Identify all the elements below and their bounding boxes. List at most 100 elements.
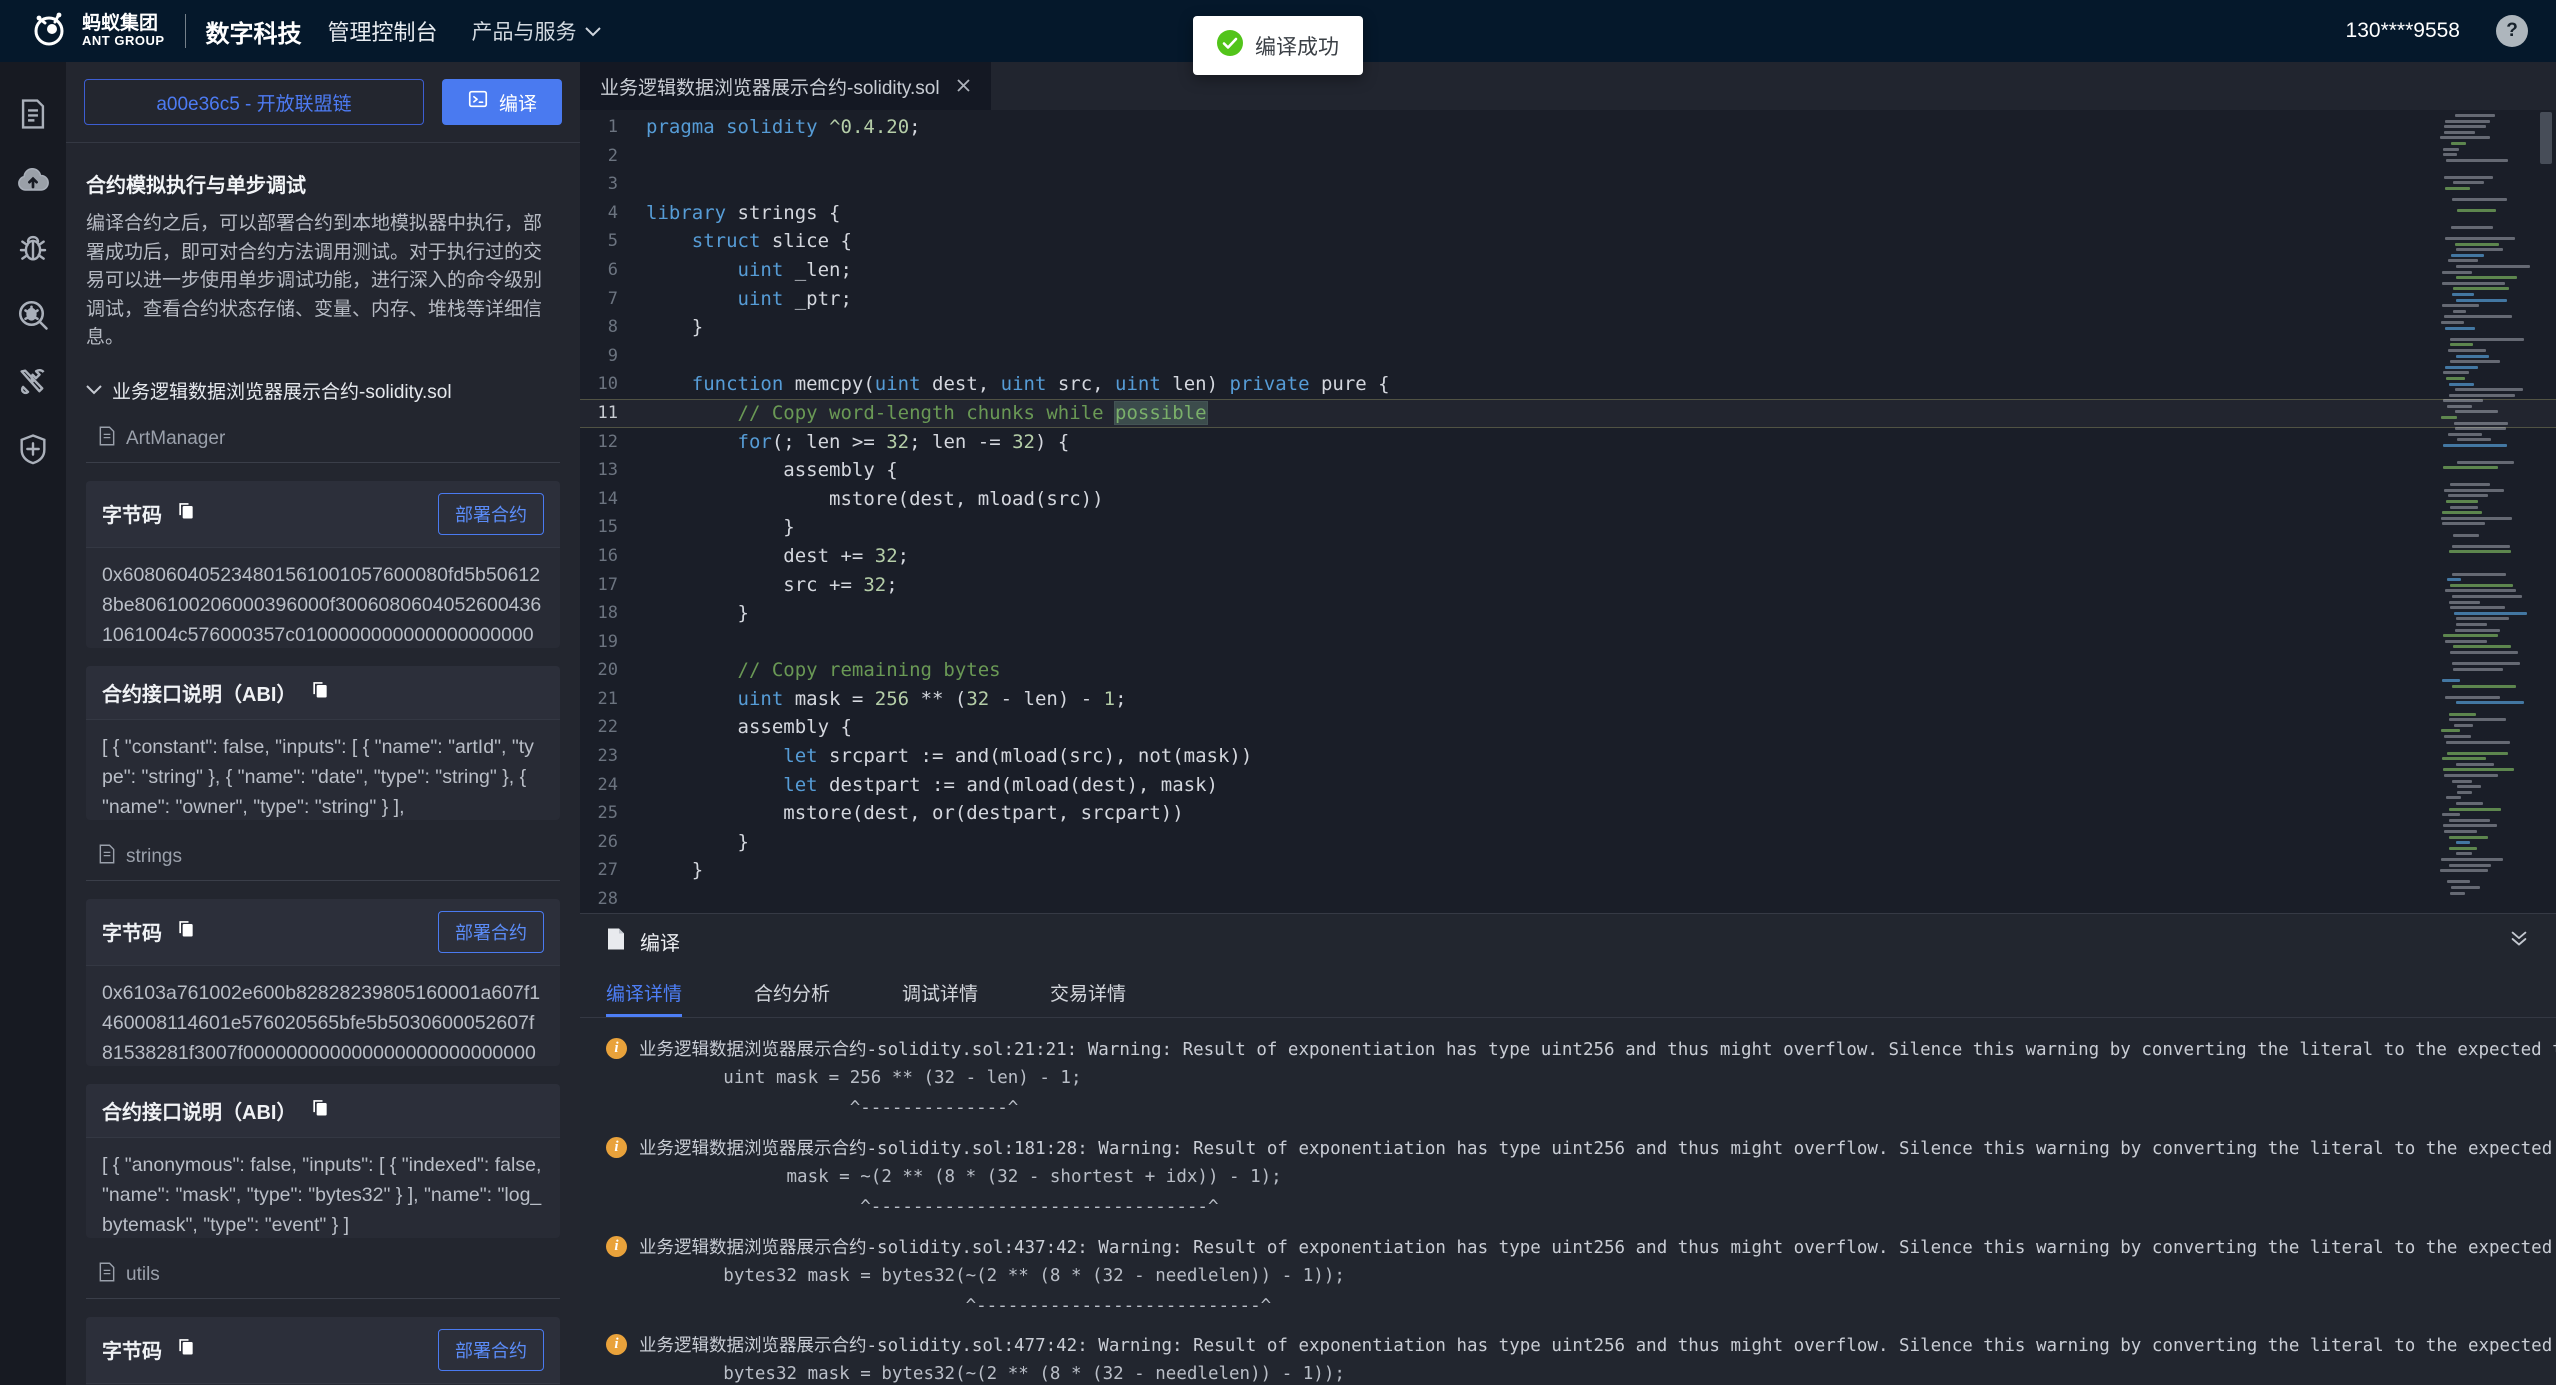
copy-icon[interactable] (310, 679, 330, 706)
code-line[interactable]: 26 } (580, 828, 2556, 857)
code-line[interactable]: 1pragma solidity ^0.4.20; (580, 113, 2556, 142)
chain-select[interactable]: a00e36c5 - 开放联盟链 (84, 79, 424, 125)
editor-column: 业务逻辑数据浏览器展示合约-solidity.sol 1pragma solid… (580, 62, 2556, 1385)
panel-title: 合约模拟执行与单步调试 (86, 169, 560, 198)
rail-scan-bug-icon[interactable] (0, 281, 66, 348)
code-line[interactable]: 23 let srcpart := and(mload(src), not(ma… (580, 742, 2556, 771)
ant-group-logo[interactable]: 蚂蚁集团 ANT GROUP (28, 8, 165, 55)
code-line[interactable]: 7 uint _ptr; (580, 285, 2556, 314)
code-line[interactable]: 11 // Copy word-length chunks while poss… (580, 399, 2556, 428)
code-text: } (646, 599, 749, 628)
code-text: assembly { (646, 713, 852, 742)
code-line[interactable]: 27 } (580, 856, 2556, 885)
warning-info-icon: i (606, 1137, 627, 1158)
bytecode-value[interactable]: 0x608060405234801561001057600080fd5b5061… (86, 548, 560, 648)
line-number: 16 (580, 542, 646, 571)
editor-scrollbar[interactable] (2538, 110, 2554, 913)
code-line[interactable]: 13 assembly { (580, 456, 2556, 485)
user-phone[interactable]: 130****9558 (2346, 19, 2460, 43)
tab-close-icon[interactable] (956, 75, 971, 97)
scrollbar-thumb[interactable] (2540, 112, 2552, 164)
compiler-warning[interactable]: i业务逻辑数据浏览器展示合约-solidity.sol:477:42: Warn… (606, 1332, 2556, 1385)
rail-tools-icon[interactable] (0, 348, 66, 415)
line-number: 14 (580, 485, 646, 514)
compiler-warning[interactable]: i业务逻辑数据浏览器展示合约-solidity.sol:437:42: Warn… (606, 1234, 2556, 1320)
minimap[interactable] (2440, 114, 2532, 909)
code-text: src += 32; (646, 571, 898, 600)
code-line[interactable]: 25 mstore(dest, or(destpart, srcpart)) (580, 799, 2556, 828)
chevron-down-icon[interactable] (86, 379, 102, 401)
line-number: 20 (580, 656, 646, 685)
line-number: 2 (580, 142, 646, 171)
editor-tab[interactable]: 业务逻辑数据浏览器展示合约-solidity.sol (580, 62, 991, 110)
bytecode-value[interactable]: 0x6103a761002e600b82828239805160001a607f… (86, 966, 560, 1066)
code-line[interactable]: 17 src += 32; (580, 571, 2556, 600)
tree-item-contract[interactable]: utils (86, 1256, 560, 1298)
rail-contract-file-icon[interactable] (0, 80, 66, 147)
line-number: 17 (580, 571, 646, 600)
code-line[interactable]: 2 (580, 142, 2556, 171)
code-line[interactable]: 4library strings { (580, 199, 2556, 228)
collapse-panel-icon[interactable] (2508, 928, 2530, 955)
rail-shield-plus-icon[interactable] (0, 415, 66, 482)
abi-value[interactable]: [ { "constant": false, "inputs": [ { "na… (86, 720, 560, 820)
code-line[interactable]: 10 function memcpy(uint dest, uint src, … (580, 370, 2556, 399)
code-line[interactable]: 21 uint mask = 256 ** (32 - len) - 1; (580, 685, 2556, 714)
code-line[interactable]: 12 for(; len >= 32; len -= 32) { (580, 428, 2556, 457)
output-tab-交易详情[interactable]: 交易详情 (1050, 968, 1126, 1017)
output-tab-编译详情[interactable]: 编译详情 (606, 968, 682, 1017)
success-check-icon (1217, 30, 1243, 61)
warning-text: 业务逻辑数据浏览器展示合约-solidity.sol:477:42: Warni… (639, 1332, 2556, 1357)
compile-button[interactable]: 编译 (442, 79, 562, 125)
tree-item-contract[interactable]: strings (86, 838, 560, 880)
code-line[interactable]: 15 } (580, 513, 2556, 542)
warning-message: i业务逻辑数据浏览器展示合约-solidity.sol:477:42: Warn… (606, 1332, 2556, 1357)
code-line[interactable]: 24 let destpart := and(mload(dest), mask… (580, 771, 2556, 800)
page-icon (98, 1262, 116, 1288)
rail-cloud-upload-icon[interactable] (0, 147, 66, 214)
page-icon (98, 844, 116, 870)
deploy-contract-button[interactable]: 部署合约 (438, 1329, 544, 1371)
divider (86, 880, 560, 881)
code-line[interactable]: 6 uint _len; (580, 256, 2556, 285)
compiler-warning[interactable]: i业务逻辑数据浏览器展示合约-solidity.sol:21:21: Warni… (606, 1036, 2556, 1122)
code-text: uint _ptr; (646, 285, 852, 314)
code-line[interactable]: 28 (580, 885, 2556, 913)
code-line[interactable]: 5 struct slice { (580, 227, 2556, 256)
abi-value[interactable]: [ { "anonymous": false, "inputs": [ { "i… (86, 1138, 560, 1238)
output-tab-合约分析[interactable]: 合约分析 (754, 968, 830, 1017)
code-line[interactable]: 16 dest += 32; (580, 542, 2556, 571)
copy-icon[interactable] (176, 500, 196, 527)
code-line[interactable]: 18 } (580, 599, 2556, 628)
tree-item-contract[interactable]: ArtManager (86, 420, 560, 462)
line-number: 10 (580, 370, 646, 399)
compile-doc-icon (606, 927, 626, 956)
activity-rail (0, 62, 66, 1385)
warning-caret-line: ^--------------------------------^ (639, 1195, 2556, 1220)
code-line[interactable]: 14 mstore(dest, mload(src)) (580, 485, 2556, 514)
compiler-warning[interactable]: i业务逻辑数据浏览器展示合约-solidity.sol:181:28: Warn… (606, 1135, 2556, 1221)
code-line[interactable]: 8 } (580, 313, 2556, 342)
warning-code-snippet: uint mask = 256 ** (32 - len) - 1; (639, 1066, 2556, 1091)
copy-icon[interactable] (176, 918, 196, 945)
output-tab-调试详情[interactable]: 调试详情 (902, 968, 978, 1017)
card-header: 字节码部署合约 (86, 481, 560, 548)
code-line[interactable]: 9 (580, 342, 2556, 371)
code-line[interactable]: 20 // Copy remaining bytes (580, 656, 2556, 685)
products-menu[interactable]: 产品与服务 (472, 16, 601, 46)
code-line[interactable]: 3 (580, 170, 2556, 199)
help-icon[interactable]: ? (2496, 15, 2528, 47)
warning-message: i业务逻辑数据浏览器展示合约-solidity.sol:181:28: Warn… (606, 1135, 2556, 1160)
tree-file-row[interactable]: 业务逻辑数据浏览器展示合约-solidity.sol (86, 377, 560, 404)
deploy-contract-button[interactable]: 部署合约 (438, 911, 544, 953)
code-line[interactable]: 19 (580, 628, 2556, 657)
copy-icon[interactable] (310, 1097, 330, 1124)
abi-card: 合约接口说明（ABI）[ { "anonymous": false, "inpu… (86, 1084, 560, 1238)
deploy-contract-button[interactable]: 部署合约 (438, 493, 544, 535)
copy-icon[interactable] (176, 1336, 196, 1363)
code-editor[interactable]: 1pragma solidity ^0.4.20;234library stri… (580, 110, 2556, 913)
console-link[interactable]: 管理控制台 (328, 15, 438, 47)
rail-bug-debug-icon[interactable] (0, 214, 66, 281)
code-line[interactable]: 22 assembly { (580, 713, 2556, 742)
warning-message: i业务逻辑数据浏览器展示合约-solidity.sol:437:42: Warn… (606, 1234, 2556, 1259)
